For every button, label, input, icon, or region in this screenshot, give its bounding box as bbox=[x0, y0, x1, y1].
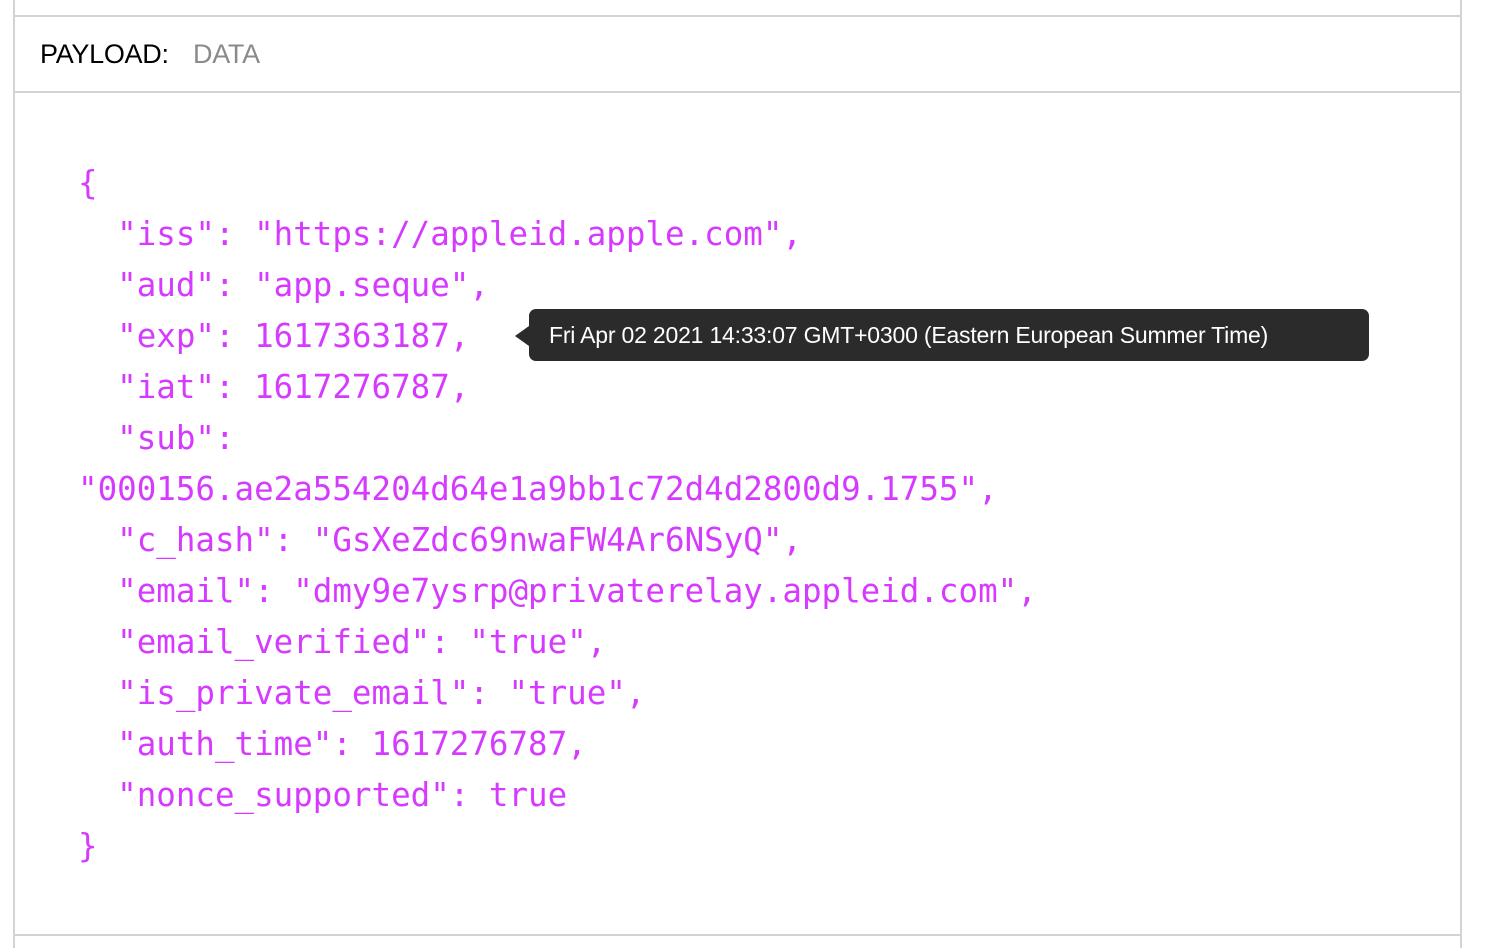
code-line: "000156.ae2a554204d64e1a9bb1c72d4d2800d9… bbox=[78, 470, 998, 508]
code-line: "nonce_supported": true bbox=[78, 776, 568, 814]
code-line: "iss": "https://appleid.apple.com", bbox=[78, 215, 802, 253]
payload-json-editor[interactable]: { "iss": "https://appleid.apple.com", "a… bbox=[78, 158, 1037, 872]
payload-panel: PAYLOAD: DATA { "iss": "https://appleid.… bbox=[13, 0, 1462, 948]
divider-bottom bbox=[15, 934, 1460, 936]
timestamp-tooltip: Fri Apr 02 2021 14:33:07 GMT+0300 (Easte… bbox=[529, 309, 1369, 361]
code-line: "c_hash": "GsXeZdc69nwaFW4Ar6NSyQ", bbox=[78, 521, 802, 559]
section-subtitle: DATA bbox=[193, 39, 260, 69]
tooltip-arrow bbox=[515, 326, 529, 346]
payload-header: PAYLOAD: DATA bbox=[15, 17, 1460, 93]
code-line: "email": "dmy9e7ysrp@privaterelay.applei… bbox=[78, 572, 1037, 610]
code-line: { bbox=[78, 164, 98, 202]
code-line: } bbox=[78, 827, 98, 865]
code-line: "aud": "app.seque", bbox=[78, 266, 489, 304]
code-line: "auth_time": 1617276787, bbox=[78, 725, 587, 763]
code-line: "is_private_email": "true", bbox=[78, 674, 646, 712]
code-line: "iat": 1617276787, bbox=[78, 368, 470, 406]
section-title: PAYLOAD: bbox=[40, 39, 169, 69]
code-line: "email_verified": "true", bbox=[78, 623, 607, 661]
code-line: "sub": bbox=[78, 419, 235, 457]
